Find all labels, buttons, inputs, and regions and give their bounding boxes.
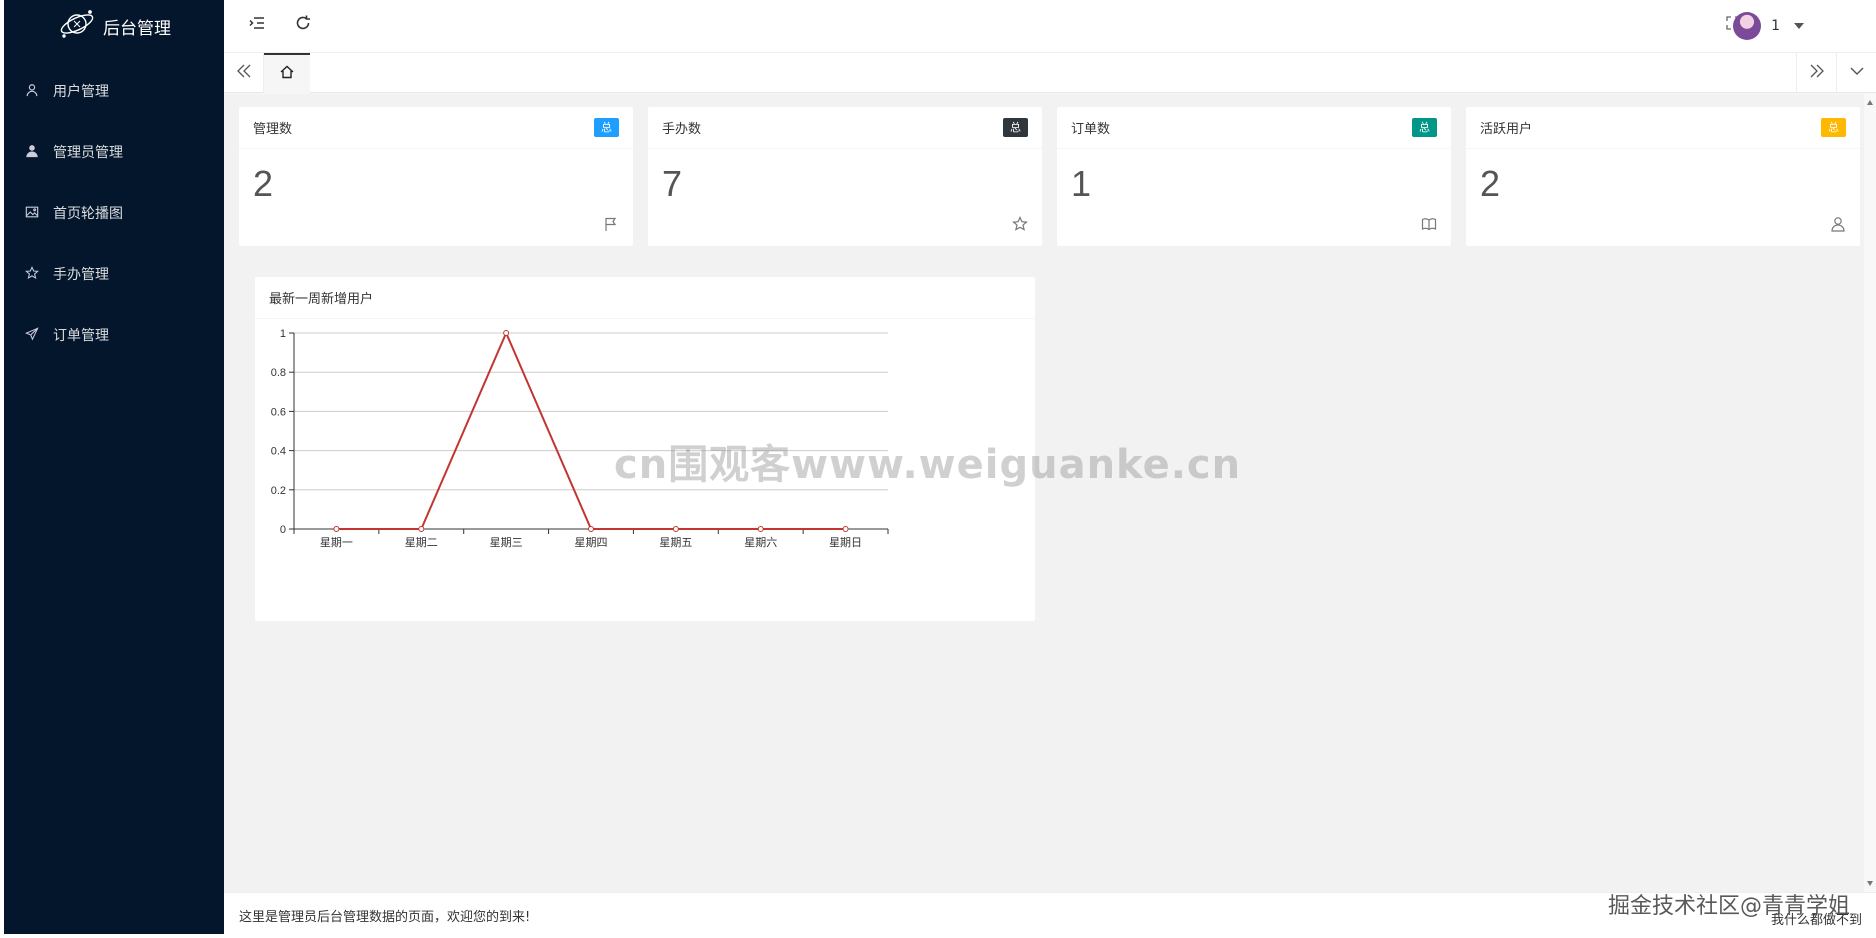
card-value: 7 bbox=[662, 163, 683, 204]
sidebar: 后台管理 用户管理 管理员管理 首页轮播图 手办管理 订单管理 bbox=[4, 0, 224, 934]
refresh-icon bbox=[294, 14, 312, 36]
double-chevron-right-icon bbox=[1809, 63, 1825, 83]
user-icon bbox=[25, 83, 41, 99]
data-point bbox=[672, 526, 679, 532]
x-tick-label: 星期四 bbox=[575, 536, 608, 549]
main-content: 管理数 总 2 手办数 总 7 订单数 总 1 活跃用户 总 2 最新一周新增用… bbox=[224, 94, 1864, 892]
scroll-down-icon bbox=[1867, 881, 1873, 886]
tabs-dropdown-button[interactable] bbox=[1836, 53, 1876, 93]
sidebar-item-label: 首页轮播图 bbox=[53, 205, 123, 222]
data-point bbox=[333, 526, 340, 532]
indent-icon bbox=[248, 14, 266, 36]
chevron-down-icon bbox=[1794, 23, 1804, 29]
sidebar-item-label: 用户管理 bbox=[53, 83, 109, 100]
data-point bbox=[418, 526, 425, 532]
sidebar-item-figure-management[interactable]: 手办管理 bbox=[4, 243, 224, 304]
book-icon bbox=[1421, 216, 1437, 232]
image-icon bbox=[25, 205, 41, 221]
stat-card-figures: 手办数 总 7 bbox=[648, 107, 1042, 246]
flag-icon bbox=[603, 216, 619, 232]
card-title: 订单数 bbox=[1071, 122, 1111, 137]
tab-home[interactable] bbox=[264, 53, 310, 93]
card-value: 2 bbox=[253, 163, 274, 204]
chart-title: 最新一周新增用户 bbox=[255, 277, 1035, 319]
total-badge: 总 bbox=[1003, 118, 1028, 137]
y-tick-label: 0 bbox=[280, 524, 286, 536]
logo-text: 后台管理 bbox=[103, 18, 171, 39]
x-tick-label: 星期三 bbox=[490, 536, 523, 549]
card-header: 活跃用户 总 bbox=[1466, 107, 1860, 149]
send-icon bbox=[25, 326, 41, 343]
tabs-bar bbox=[224, 53, 1876, 93]
planet-logo-icon bbox=[57, 4, 97, 49]
card-title: 手办数 bbox=[662, 122, 702, 137]
sidebar-item-label: 管理员管理 bbox=[53, 144, 123, 161]
top-header: 1 bbox=[224, 0, 1876, 53]
stat-card-admins: 管理数 总 2 bbox=[239, 107, 633, 246]
sidebar-item-label: 订单管理 bbox=[53, 327, 109, 344]
card-value: 1 bbox=[1071, 163, 1092, 204]
sidebar-item-user-management[interactable]: 用户管理 bbox=[4, 60, 224, 121]
x-tick-label: 星期五 bbox=[659, 536, 692, 549]
admin-user-icon bbox=[25, 144, 41, 160]
sidebar-item-admin-management[interactable]: 管理员管理 bbox=[4, 121, 224, 182]
avatar bbox=[1733, 12, 1762, 40]
collapse-menu-button[interactable] bbox=[246, 14, 268, 36]
corner-watermark: 掘金技术社区@青青学姐 bbox=[1607, 894, 1850, 919]
stat-card-orders: 订单数 总 1 bbox=[1057, 107, 1451, 246]
star-icon bbox=[1012, 216, 1028, 232]
data-point bbox=[757, 526, 764, 532]
total-badge: 总 bbox=[1821, 118, 1846, 137]
series-line bbox=[336, 330, 846, 530]
stat-cards: 管理数 总 2 手办数 总 7 订单数 总 1 活跃用户 总 2 bbox=[239, 107, 1860, 246]
card-title: 管理数 bbox=[253, 122, 293, 137]
data-point bbox=[842, 526, 849, 532]
refresh-button[interactable] bbox=[292, 14, 314, 36]
home-icon bbox=[279, 64, 295, 84]
card-value: 2 bbox=[1480, 163, 1501, 204]
total-badge: 总 bbox=[594, 118, 619, 137]
sidebar-item-banner-carousel[interactable]: 首页轮播图 bbox=[4, 182, 224, 243]
sidebar-item-order-management[interactable]: 订单管理 bbox=[4, 304, 224, 365]
y-tick-label: 0.8 bbox=[271, 367, 286, 379]
sidebar-item-label: 手办管理 bbox=[53, 266, 109, 283]
y-tick-label: 0.6 bbox=[271, 406, 286, 418]
data-point bbox=[588, 526, 594, 532]
chevron-down-icon bbox=[1849, 63, 1865, 83]
y-tick-label: 0.2 bbox=[271, 485, 286, 497]
card-header: 手办数 总 bbox=[648, 107, 1042, 149]
watermark-text: cn围观客www.weiguanke.cn bbox=[614, 442, 1242, 488]
y-tick-label: 0.4 bbox=[271, 446, 286, 458]
card-header: 订单数 总 bbox=[1057, 107, 1451, 149]
data-point bbox=[503, 330, 510, 336]
user-outline-icon bbox=[1830, 216, 1846, 232]
double-chevron-left-icon bbox=[236, 63, 252, 83]
stat-card-active-users: 活跃用户 总 2 bbox=[1466, 107, 1860, 246]
card-title: 活跃用户 bbox=[1480, 122, 1533, 137]
tabs-scroll-left-button[interactable] bbox=[224, 53, 264, 93]
vertical-scrollbar[interactable] bbox=[1864, 94, 1876, 892]
x-tick-label: 星期二 bbox=[405, 536, 438, 549]
star-icon bbox=[25, 265, 41, 282]
total-badge: 总 bbox=[1412, 118, 1437, 137]
logo[interactable]: 后台管理 bbox=[4, 0, 224, 52]
scroll-up-icon bbox=[1867, 100, 1873, 105]
card-header: 管理数 总 bbox=[239, 107, 633, 149]
y-tick-label: 1 bbox=[280, 328, 286, 340]
tabs-scroll-right-button[interactable] bbox=[1796, 53, 1836, 93]
user-menu[interactable]: 1 bbox=[1733, 12, 1804, 40]
x-tick-label: 星期一 bbox=[320, 536, 353, 549]
x-tick-label: 星期日 bbox=[829, 536, 862, 549]
x-tick-label: 星期六 bbox=[744, 536, 777, 549]
footer-text: 这里是管理员后台管理数据的页面，欢迎您的到来! bbox=[239, 910, 531, 925]
user-name: 1 bbox=[1771, 18, 1780, 34]
sidebar-menu: 用户管理 管理员管理 首页轮播图 手办管理 订单管理 bbox=[4, 60, 224, 365]
